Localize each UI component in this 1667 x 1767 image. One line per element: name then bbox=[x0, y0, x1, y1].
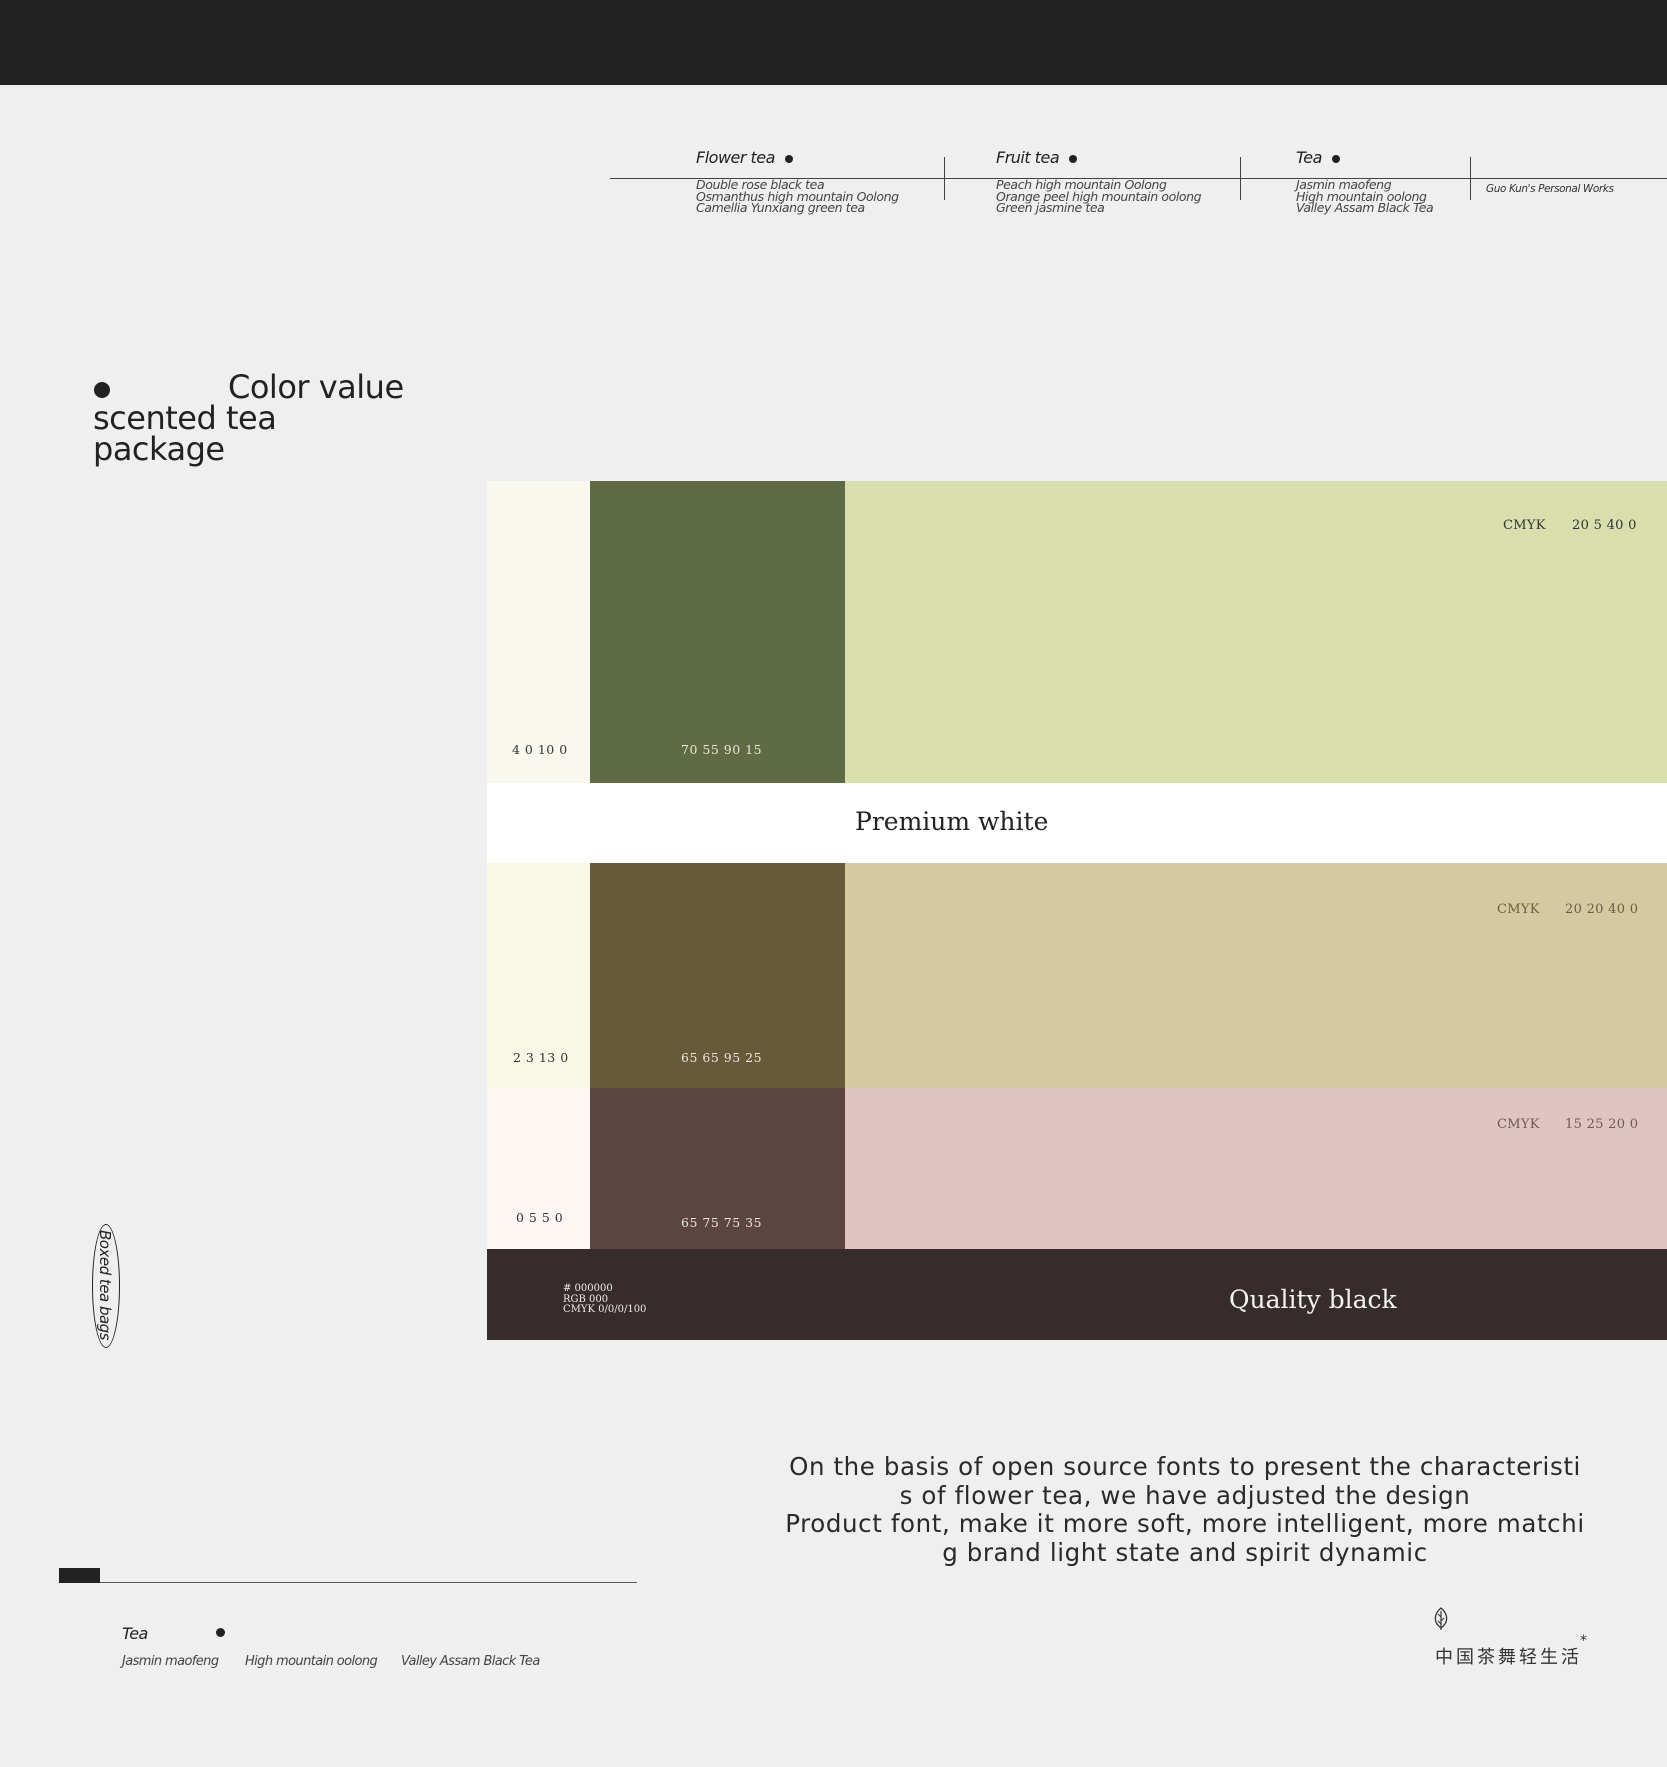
nav-title: Tea bbox=[1296, 148, 1322, 167]
nav-separator bbox=[1240, 157, 1241, 200]
swatch-light-green bbox=[487, 481, 590, 783]
nav-column-flower-tea[interactable]: Flower tea Double rose black tea Osmanth… bbox=[696, 148, 899, 214]
cmyk-value: 15 25 20 0 bbox=[1565, 1117, 1639, 1132]
color-value-label: 70 55 90 15 bbox=[681, 742, 763, 757]
footer-line bbox=[100, 1582, 637, 1583]
quality-black-label: Quality black bbox=[1229, 1285, 1397, 1314]
paragraph-line: Product font, make it more soft, more in… bbox=[785, 1509, 1585, 1538]
footer-item[interactable]: Valley Assam Black Tea bbox=[401, 1654, 540, 1669]
top-bar bbox=[0, 0, 1667, 85]
color-value-label: 65 75 75 35 bbox=[681, 1215, 763, 1230]
nav-separator bbox=[1470, 157, 1471, 200]
quality-black-band bbox=[487, 1249, 1667, 1340]
bullet-icon bbox=[94, 382, 110, 398]
color-value-label: 65 65 95 25 bbox=[681, 1050, 763, 1065]
brand-mark: * bbox=[1580, 1633, 1587, 1649]
credit-text: Guo Kun's Personal Works bbox=[1486, 183, 1614, 195]
bullet-icon bbox=[1331, 154, 1340, 163]
page-title: Color value scented tea package bbox=[93, 371, 404, 468]
cmyk-label: CMYK bbox=[1497, 1117, 1540, 1132]
paragraph-line: s of flower tea, we have adjusted the de… bbox=[899, 1480, 1471, 1510]
nav-title: Flower tea bbox=[696, 148, 775, 167]
cmyk-label: CMYK bbox=[1497, 902, 1540, 917]
bullet-icon bbox=[216, 1628, 225, 1637]
brand-name: 中国茶舞轻生活 bbox=[1435, 1647, 1582, 1668]
color-value-label: 2 3 13 0 bbox=[513, 1050, 569, 1065]
bullet-icon bbox=[1069, 154, 1078, 163]
hex-value: # 000000 bbox=[563, 1283, 613, 1294]
color-value-label: 4 0 10 0 bbox=[512, 742, 568, 757]
footer-item[interactable]: High mountain oolong bbox=[245, 1654, 378, 1669]
cmyk-label: CMYK bbox=[1503, 518, 1546, 533]
cmyk-value: 20 20 40 0 bbox=[1565, 902, 1639, 917]
cmyk-value: CMYK 0/0/0/100 bbox=[563, 1304, 647, 1315]
color-value-label: 0 5 5 0 bbox=[516, 1210, 564, 1225]
nav-separator bbox=[944, 157, 945, 200]
swatch-main-pink bbox=[845, 1088, 1667, 1249]
paragraph-line: On the basis of open source fonts to pre… bbox=[789, 1452, 1581, 1481]
leaf-icon bbox=[1433, 1607, 1449, 1636]
bullet-icon bbox=[784, 154, 793, 163]
swatch-main-khaki bbox=[845, 863, 1667, 1088]
description-paragraph: On the basis of open source fonts to pre… bbox=[770, 1452, 1600, 1567]
paragraph-line: g brand light state and spirit dynamic bbox=[942, 1537, 1428, 1567]
footer-title: Tea bbox=[122, 1624, 148, 1643]
black-color-specs: # 000000 RGB 000 CMYK 0/0/0/100 bbox=[563, 1283, 647, 1316]
badge-label: Boxed tea bags bbox=[96, 1230, 114, 1340]
nav-item[interactable]: Valley Assam Black Tea bbox=[1296, 202, 1434, 214]
premium-white-label: Premium white bbox=[855, 807, 1049, 836]
premium-white-band bbox=[487, 783, 1667, 863]
nav-column-tea[interactable]: Tea Jasmin maofeng High mountain oolong … bbox=[1296, 148, 1434, 214]
nav-title: Fruit tea bbox=[996, 148, 1060, 167]
footer-item[interactable]: Jasmin maofeng bbox=[122, 1654, 219, 1669]
swatch-dark-green bbox=[590, 481, 845, 783]
nav-item[interactable]: Green jasmine tea bbox=[996, 202, 1201, 214]
nav-column-fruit-tea[interactable]: Fruit tea Peach high mountain Oolong Ora… bbox=[996, 148, 1202, 214]
title-line: package bbox=[93, 430, 225, 468]
footer-accent-bar bbox=[59, 1568, 100, 1583]
cmyk-value: 20 5 40 0 bbox=[1572, 518, 1637, 533]
nav-item[interactable]: Camellia Yunxiang green tea bbox=[696, 202, 899, 214]
